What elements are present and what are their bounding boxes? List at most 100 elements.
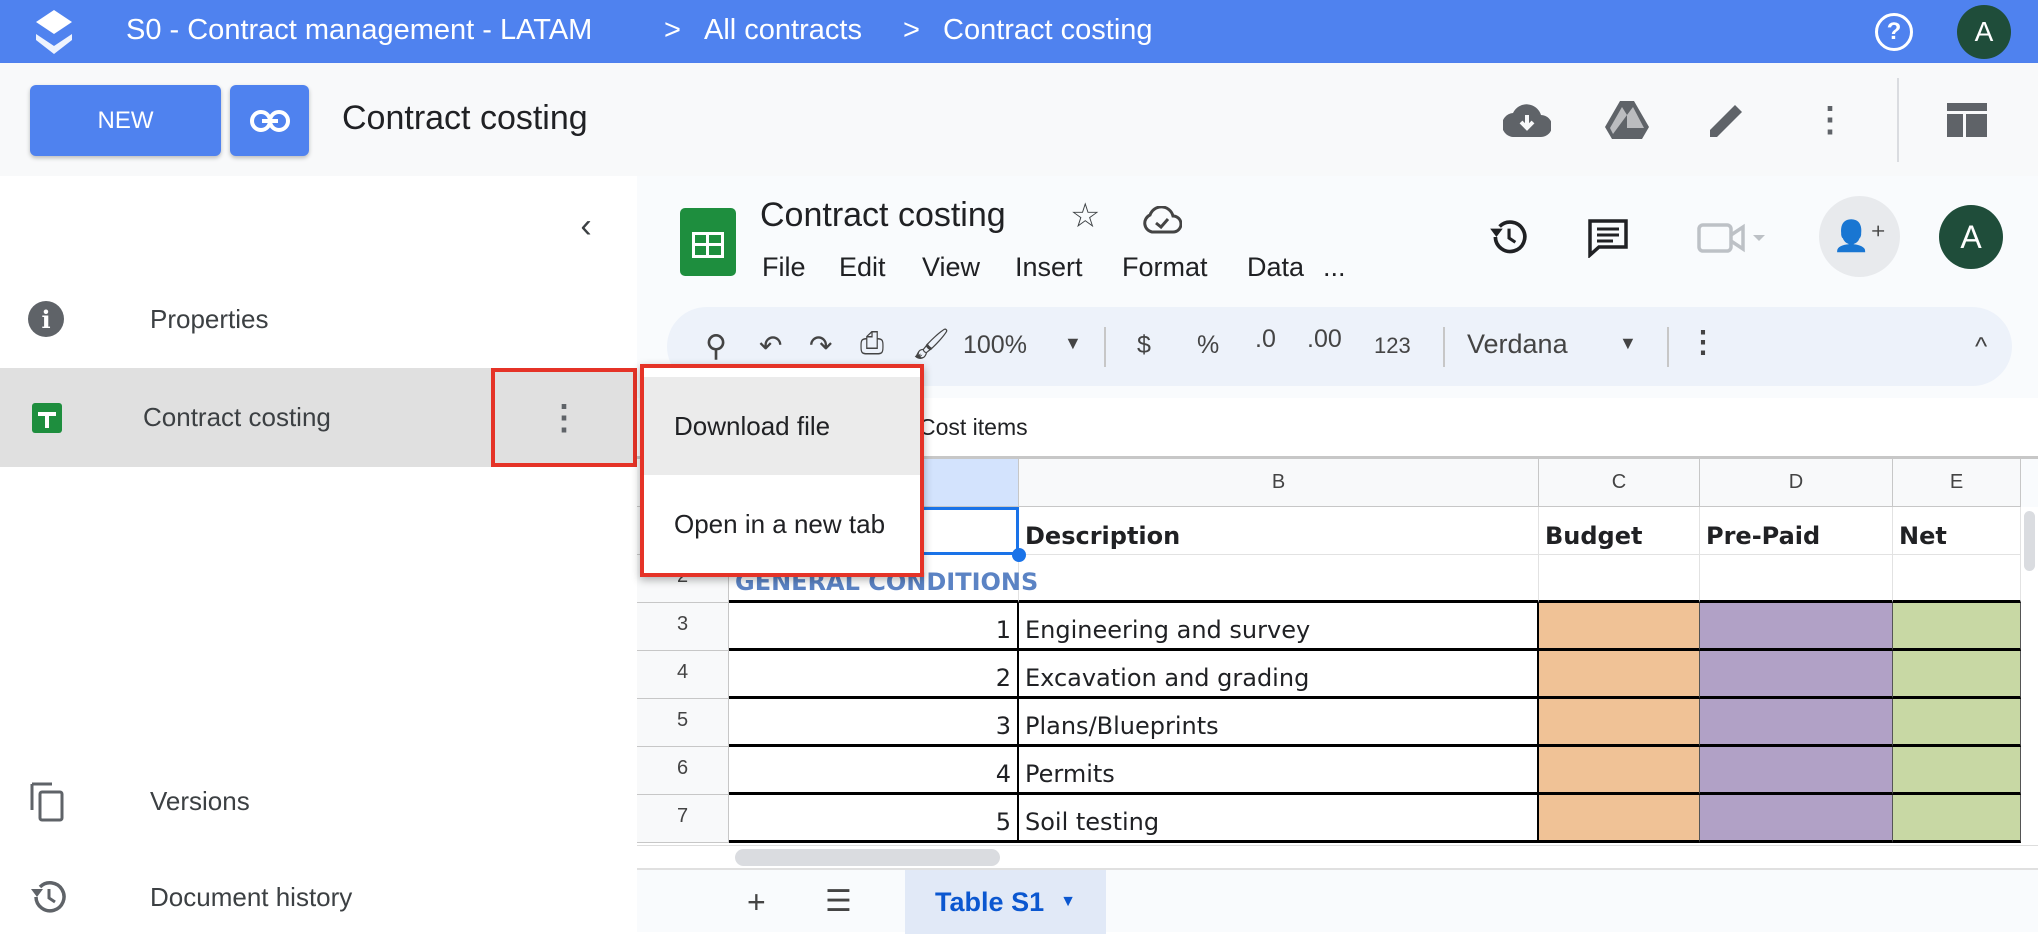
cell-E6[interactable] xyxy=(1893,747,2021,795)
cell-D6[interactable] xyxy=(1700,747,1893,795)
cell-E5[interactable] xyxy=(1893,699,2021,747)
link-button[interactable] xyxy=(230,85,309,156)
cell-D2[interactable] xyxy=(1700,555,1893,603)
row-header[interactable]: 6 xyxy=(637,747,729,795)
cell-C5[interactable] xyxy=(1539,699,1700,747)
cell-C3[interactable] xyxy=(1539,603,1700,651)
redo-icon[interactable]: ↷ xyxy=(809,329,832,362)
fill-handle[interactable] xyxy=(1012,548,1026,562)
cell-E4[interactable] xyxy=(1893,651,2021,699)
horizontal-scrollbar[interactable] xyxy=(637,845,2038,868)
comment-icon[interactable] xyxy=(1587,218,1629,258)
row-header[interactable]: 4 xyxy=(637,651,729,699)
cell-A4[interactable]: 2 xyxy=(729,651,1019,699)
row-header[interactable]: 5 xyxy=(637,699,729,747)
avatar[interactable]: A xyxy=(1957,5,2011,59)
version-history-icon[interactable] xyxy=(1487,216,1529,258)
add-sheet-icon[interactable]: + xyxy=(747,884,766,921)
app-logo-icon[interactable] xyxy=(36,10,72,54)
sheet-tab[interactable]: Table S1 ▼ xyxy=(905,870,1106,934)
breadcrumb-all-contracts[interactable]: All contracts xyxy=(704,14,862,47)
cell-D4[interactable] xyxy=(1700,651,1893,699)
currency-button[interactable]: $ xyxy=(1137,331,1151,360)
breadcrumb-root[interactable]: S0 - Contract management - LATAM xyxy=(126,14,592,47)
sheet-avatar[interactable]: A xyxy=(1939,205,2003,269)
menu-edit[interactable]: Edit xyxy=(839,252,886,283)
cell-A6[interactable]: 4 xyxy=(729,747,1019,795)
decrease-decimal-button[interactable]: .0 xyxy=(1255,325,1276,354)
menu-more[interactable]: ... xyxy=(1323,252,1346,283)
cell-D7[interactable] xyxy=(1700,795,1893,843)
percent-button[interactable]: % xyxy=(1197,331,1219,360)
google-drive-icon[interactable] xyxy=(1600,93,1654,147)
cell-C6[interactable] xyxy=(1539,747,1700,795)
share-button[interactable]: 👤⁺ xyxy=(1819,196,1900,277)
zoom-dropdown-icon[interactable]: ▼ xyxy=(1064,333,1082,354)
column-header-D[interactable]: D xyxy=(1700,459,1893,507)
cell-B5[interactable]: Plans/Blueprints xyxy=(1019,699,1539,747)
chevron-left-icon[interactable]: ‹ xyxy=(566,206,606,246)
cell-E1[interactable]: Net xyxy=(1893,507,2021,555)
cell-C7[interactable] xyxy=(1539,795,1700,843)
cell-C4[interactable] xyxy=(1539,651,1700,699)
sidebar-item-document-history[interactable]: Document history xyxy=(0,867,637,927)
paint-format-icon[interactable]: 🖌 xyxy=(912,327,950,362)
cloud-saved-icon[interactable] xyxy=(1142,206,1182,234)
sidebar-item-properties[interactable]: i Properties xyxy=(0,289,637,349)
help-icon[interactable]: ? xyxy=(1875,13,1913,51)
menu-insert[interactable]: Insert xyxy=(1015,252,1083,283)
more-vert-icon[interactable]: ⋮ xyxy=(1810,93,1850,147)
column-header-E[interactable]: E xyxy=(1893,459,2021,507)
sidebar-item-versions[interactable]: Versions xyxy=(0,771,637,831)
sidebar-item-contract-costing[interactable]: Contract costing ⋮ xyxy=(0,368,637,467)
star-icon[interactable]: ☆ xyxy=(1070,196,1100,236)
zoom-select[interactable]: 100% xyxy=(963,331,1027,360)
cell-C2[interactable] xyxy=(1539,555,1700,603)
cell-D1[interactable]: Pre-Paid xyxy=(1700,507,1893,555)
row-header[interactable]: 7 xyxy=(637,795,729,843)
cell-B7[interactable]: Soil testing xyxy=(1019,795,1539,843)
menu-data[interactable]: Data xyxy=(1247,252,1304,283)
sheet-title[interactable]: Contract costing xyxy=(760,196,1006,235)
undo-icon[interactable]: ↶ xyxy=(759,329,782,362)
meet-camera-icon[interactable] xyxy=(1697,221,1767,255)
menu-item-open-in-new-tab[interactable]: Open in a new tab xyxy=(644,475,920,573)
cell-B3[interactable]: Engineering and survey xyxy=(1019,603,1539,651)
cell-C1[interactable]: Budget xyxy=(1539,507,1700,555)
vertical-scrollbar[interactable] xyxy=(2021,507,2038,845)
scrollbar-thumb[interactable] xyxy=(735,849,1000,866)
row-header[interactable]: 3 xyxy=(637,603,729,651)
cell-D5[interactable] xyxy=(1700,699,1893,747)
cell-E7[interactable] xyxy=(1893,795,2021,843)
font-dropdown-icon[interactable]: ▼ xyxy=(1619,333,1637,354)
menu-file[interactable]: File xyxy=(762,252,806,283)
column-header-B[interactable]: B xyxy=(1019,459,1539,507)
font-select[interactable]: Verdana xyxy=(1467,329,1568,360)
cell-B6[interactable]: Permits xyxy=(1019,747,1539,795)
collapse-toolbar-icon[interactable]: ^ xyxy=(1975,331,1987,362)
cell-B2[interactable] xyxy=(1019,555,1539,603)
formula-value[interactable]: Cost items xyxy=(919,414,1028,441)
search-icon[interactable]: ⚲ xyxy=(705,329,727,364)
tab-dropdown-icon[interactable]: ▼ xyxy=(1060,893,1076,911)
cell-D3[interactable] xyxy=(1700,603,1893,651)
pencil-icon[interactable] xyxy=(1700,93,1754,147)
more-tools-icon[interactable]: ⋮ xyxy=(1688,325,1718,360)
cell-B4[interactable]: Excavation and grading xyxy=(1019,651,1539,699)
cloud-download-icon[interactable] xyxy=(1500,93,1554,147)
print-icon[interactable]: ⎙ xyxy=(860,327,884,361)
menu-item-download-file[interactable]: Download file xyxy=(644,377,920,475)
cell-E2[interactable] xyxy=(1893,555,2021,603)
cell-E3[interactable] xyxy=(1893,603,2021,651)
number-format-button[interactable]: 123 xyxy=(1374,333,1411,359)
layout-icon[interactable] xyxy=(1940,93,1994,147)
cell-A3[interactable]: 1 xyxy=(729,603,1019,651)
cell-A7[interactable]: 5 xyxy=(729,795,1019,843)
menu-format[interactable]: Format xyxy=(1122,252,1208,283)
increase-decimal-button[interactable]: .00 xyxy=(1307,325,1342,354)
more-options-button[interactable]: ⋮ xyxy=(491,368,637,467)
column-header-C[interactable]: C xyxy=(1539,459,1700,507)
all-sheets-icon[interactable]: ☰ xyxy=(825,884,852,919)
menu-view[interactable]: View xyxy=(922,252,980,283)
new-button[interactable]: NEW xyxy=(30,85,221,156)
